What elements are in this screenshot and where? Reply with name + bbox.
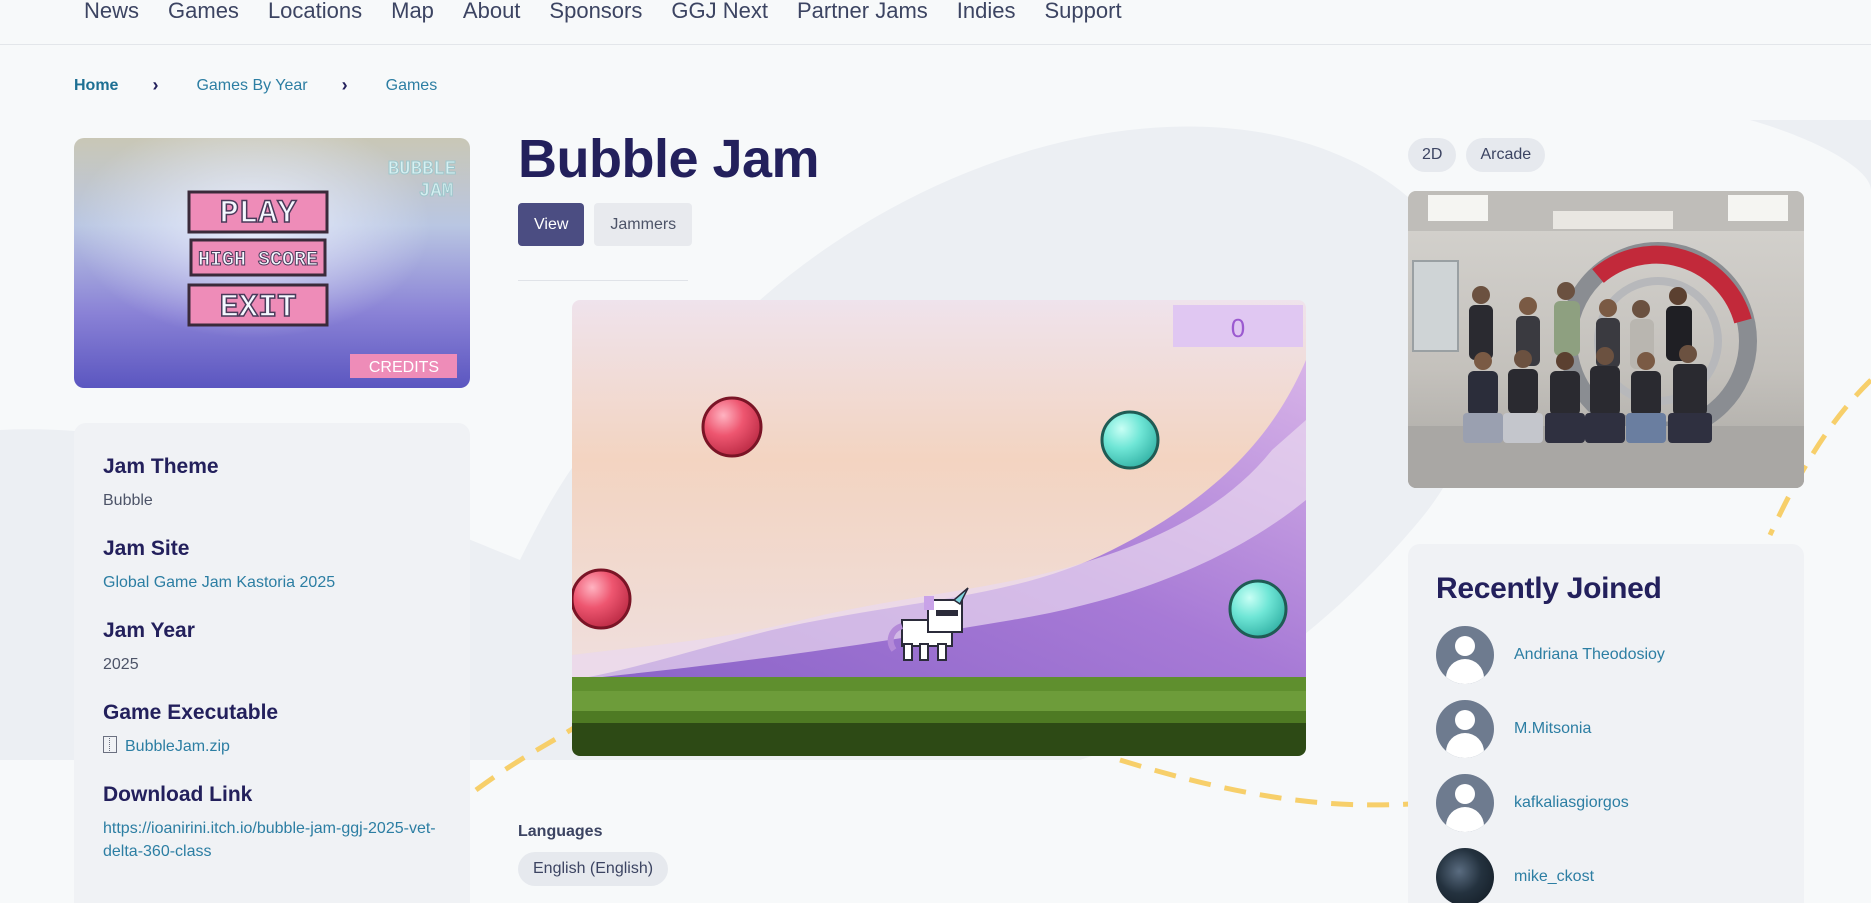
chevron-right-icon: › bbox=[341, 75, 348, 95]
recently-joined-title: Recently Joined bbox=[1436, 572, 1662, 605]
zip-file-icon bbox=[103, 736, 117, 753]
breadcrumb-games-by-year[interactable]: Games By Year bbox=[196, 77, 307, 95]
executable-download-link[interactable]: BubbleJam.zip bbox=[125, 738, 230, 755]
download-link-section: Download Link https://ioanirini.itch.io/… bbox=[103, 783, 441, 863]
member-name[interactable]: M.Mitsonia bbox=[1514, 720, 1591, 738]
breadcrumb-games[interactable]: Games bbox=[386, 77, 438, 95]
team-photo-image bbox=[1408, 191, 1804, 488]
member-name[interactable]: Andriana Theodosioy bbox=[1514, 646, 1665, 664]
member-item[interactable]: kafkaliasgiorgos bbox=[1436, 766, 1776, 840]
game-tags: 2D Arcade bbox=[1408, 138, 1555, 172]
thumbnail-logo-line1: BUBBLE bbox=[388, 158, 456, 180]
tab-view[interactable]: View bbox=[518, 203, 585, 246]
nav-news[interactable]: News bbox=[84, 0, 139, 24]
tab-jammers[interactable]: Jammers bbox=[594, 203, 693, 246]
thumbnail-high-score: HIGH SCORE bbox=[198, 249, 318, 272]
game-thumbnail[interactable]: BUBBLE JAM PLAY HIGH SCORE EXIT CREDITS bbox=[74, 138, 470, 388]
page-title: Bubble Jam bbox=[518, 129, 820, 189]
divider bbox=[518, 280, 688, 281]
jam-year-section: Jam Year 2025 bbox=[103, 619, 441, 676]
avatar bbox=[1436, 848, 1494, 903]
avatar bbox=[1436, 774, 1494, 832]
download-link-label: Download Link bbox=[103, 783, 253, 806]
member-name[interactable]: mike_ckost bbox=[1514, 868, 1594, 886]
download-link[interactable]: https://ioanirini.itch.io/bubble-jam-ggj… bbox=[103, 817, 441, 863]
thumbnail-artwork: BUBBLE JAM PLAY HIGH SCORE EXIT CREDITS bbox=[74, 138, 470, 388]
game-scene: 0 bbox=[572, 300, 1306, 756]
recently-joined-card: Recently Joined Andriana Theodosioy M.Mi… bbox=[1408, 544, 1804, 903]
member-name[interactable]: kafkaliasgiorgos bbox=[1514, 794, 1629, 812]
game-executable-section: Game Executable BubbleJam.zip bbox=[103, 701, 441, 758]
top-navigation: News Games Locations Map About Sponsors … bbox=[0, 0, 1871, 45]
tag-arcade[interactable]: Arcade bbox=[1466, 138, 1546, 172]
language-chip: English (English) bbox=[518, 852, 669, 886]
nav-locations[interactable]: Locations bbox=[268, 0, 362, 24]
avatar bbox=[1436, 626, 1494, 684]
game-tabs: View Jammers bbox=[518, 203, 702, 246]
thumbnail-play: PLAY bbox=[220, 195, 298, 232]
jam-site-label: Jam Site bbox=[103, 537, 190, 560]
member-item[interactable]: Andriana Theodosioy bbox=[1436, 618, 1776, 692]
breadcrumb-home[interactable]: Home bbox=[74, 77, 118, 95]
game-info-card: Jam Theme Bubble Jam Site Global Game Ja… bbox=[74, 423, 470, 903]
jam-year-label: Jam Year bbox=[103, 619, 195, 642]
thumbnail-logo-line2: JAM bbox=[419, 180, 453, 202]
thumbnail-credits: CREDITS bbox=[369, 359, 439, 376]
nav-games[interactable]: Games bbox=[168, 0, 239, 24]
nav-ggj-next[interactable]: GGJ Next bbox=[671, 0, 768, 24]
breadcrumb: Home › Games By Year › Games bbox=[74, 75, 437, 96]
jam-theme-value: Bubble bbox=[103, 492, 153, 509]
member-item[interactable]: mike_ckost bbox=[1436, 840, 1776, 903]
nav-about[interactable]: About bbox=[463, 0, 521, 24]
chevron-right-icon: › bbox=[152, 75, 159, 95]
jam-year-value: 2025 bbox=[103, 656, 139, 673]
jam-theme-section: Jam Theme Bubble bbox=[103, 455, 441, 512]
jam-site-link[interactable]: Global Game Jam Kastoria 2025 bbox=[103, 574, 335, 591]
nav-map[interactable]: Map bbox=[391, 0, 434, 24]
thumbnail-exit: EXIT bbox=[220, 289, 297, 326]
avatar bbox=[1436, 700, 1494, 758]
nav-sponsors[interactable]: Sponsors bbox=[549, 0, 642, 24]
languages-label: Languages bbox=[518, 823, 603, 840]
game-screenshot[interactable]: 0 bbox=[572, 300, 1306, 756]
member-item[interactable]: M.Mitsonia bbox=[1436, 692, 1776, 766]
nav-partner-jams[interactable]: Partner Jams bbox=[797, 0, 928, 24]
jam-site-section: Jam Site Global Game Jam Kastoria 2025 bbox=[103, 537, 441, 594]
nav-indies[interactable]: Indies bbox=[957, 0, 1016, 24]
jam-theme-label: Jam Theme bbox=[103, 455, 219, 478]
team-photo[interactable] bbox=[1408, 191, 1804, 488]
tag-2d[interactable]: 2D bbox=[1408, 138, 1457, 172]
game-executable-label: Game Executable bbox=[103, 701, 279, 724]
score-counter: 0 bbox=[1231, 313, 1245, 343]
nav-support[interactable]: Support bbox=[1045, 0, 1122, 24]
